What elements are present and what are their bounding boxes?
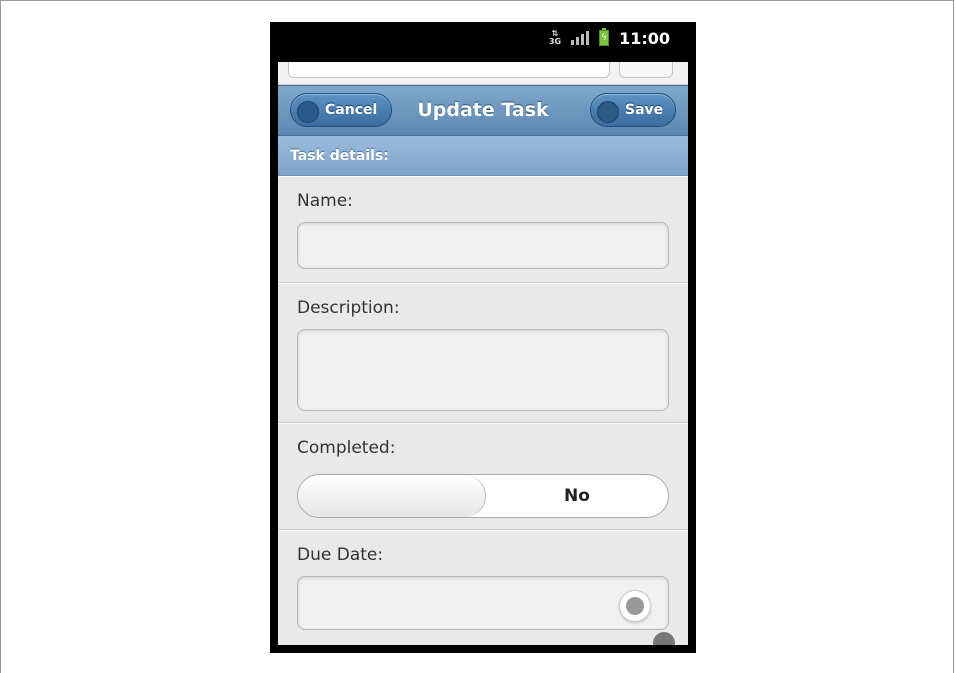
signal-icon — [571, 31, 590, 45]
browser-url-bar — [278, 62, 688, 85]
due-date-label: Due Date: — [297, 545, 384, 565]
network-icon: ⇅ 3G — [548, 29, 562, 46]
save-icon — [597, 101, 619, 123]
name-label: Name: — [297, 191, 353, 211]
cancel-button-label: Cancel — [325, 102, 378, 118]
completed-field-row: Completed: No — [278, 423, 688, 530]
phone-frame: ⇅ 3G ϟ 11:00 Update Task Cancel Save Task… — [270, 22, 696, 653]
name-input[interactable] — [297, 222, 669, 269]
network-type-label: 3G — [548, 37, 562, 46]
section-divider: Task details: — [278, 136, 688, 176]
completed-toggle[interactable]: No — [297, 474, 669, 518]
due-date-field-row: Due Date: — [278, 530, 688, 645]
app-screen: Update Task Cancel Save Task details: Na… — [278, 62, 688, 645]
url-field[interactable] — [288, 62, 610, 78]
battery-icon: ϟ — [599, 28, 610, 46]
cancel-button[interactable]: Cancel — [290, 93, 392, 127]
description-label: Description: — [297, 298, 400, 318]
status-time: 11:00 — [619, 28, 670, 48]
due-date-input[interactable] — [297, 576, 669, 630]
status-bar: ⇅ 3G ϟ 11:00 — [270, 22, 680, 54]
page-header: Update Task Cancel Save — [278, 85, 688, 136]
save-button-label: Save — [625, 102, 664, 118]
save-button[interactable]: Save — [590, 93, 676, 127]
completed-label: Completed: — [297, 438, 396, 458]
description-field-row: Description: — [278, 283, 688, 423]
name-field-row: Name: — [278, 176, 688, 283]
description-textarea[interactable] — [297, 329, 669, 411]
toggle-handle[interactable] — [298, 475, 486, 517]
date-picker-icon[interactable] — [619, 590, 651, 622]
url-go-button[interactable] — [619, 62, 673, 78]
cancel-icon — [297, 101, 319, 123]
toggle-value: No — [564, 486, 590, 506]
